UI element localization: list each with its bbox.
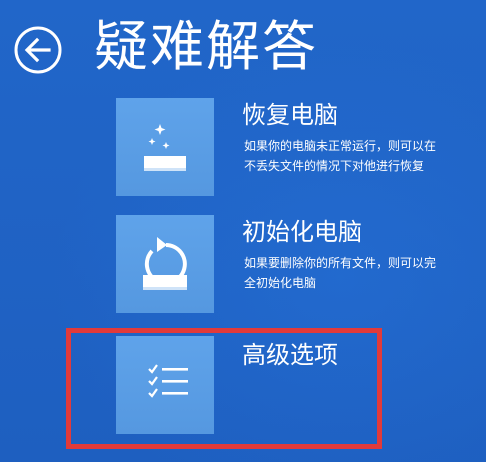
option-advanced-options[interactable]: 高级选项 (116, 336, 476, 436)
option-tile (116, 215, 214, 313)
description-line: 不丢失文件的情况下对他进行恢复 (244, 159, 425, 173)
option-description: 如果要删除你的所有文件，则可以完 全初始化电脑 (244, 253, 474, 293)
description-line: 全初始化电脑 (244, 276, 317, 290)
troubleshoot-screen: 疑难解答 恢复电脑 如果你的电脑未正常运行，则可以在 不丢失文件的情况下对他进行… (0, 0, 486, 462)
description-line: 如果要删除你的所有文件，则可以完 (244, 256, 437, 270)
option-tile (116, 336, 214, 434)
checklist-icon (148, 364, 188, 398)
option-description: 如果你的电脑未正常运行，则可以在 不丢失文件的情况下对他进行恢复 (244, 136, 474, 176)
back-button[interactable] (12, 24, 64, 76)
description-line: 如果你的电脑未正常运行，则可以在 (244, 139, 437, 153)
refresh-sparkle-icon (144, 124, 186, 171)
reset-circular-arrow-icon (143, 237, 187, 290)
option-title: 高级选项 (242, 341, 338, 369)
option-tile (116, 98, 214, 196)
option-title: 恢复电脑 (242, 101, 338, 129)
option-reset-pc[interactable]: 初始化电脑 如果要删除你的所有文件，则可以完 全初始化电脑 (116, 215, 476, 315)
page-title: 疑难解答 (94, 15, 318, 78)
option-refresh-pc[interactable]: 恢复电脑 如果你的电脑未正常运行，则可以在 不丢失文件的情况下对他进行恢复 (116, 98, 476, 198)
option-title: 初始化电脑 (242, 218, 362, 246)
back-arrow-circle-icon (14, 26, 62, 74)
